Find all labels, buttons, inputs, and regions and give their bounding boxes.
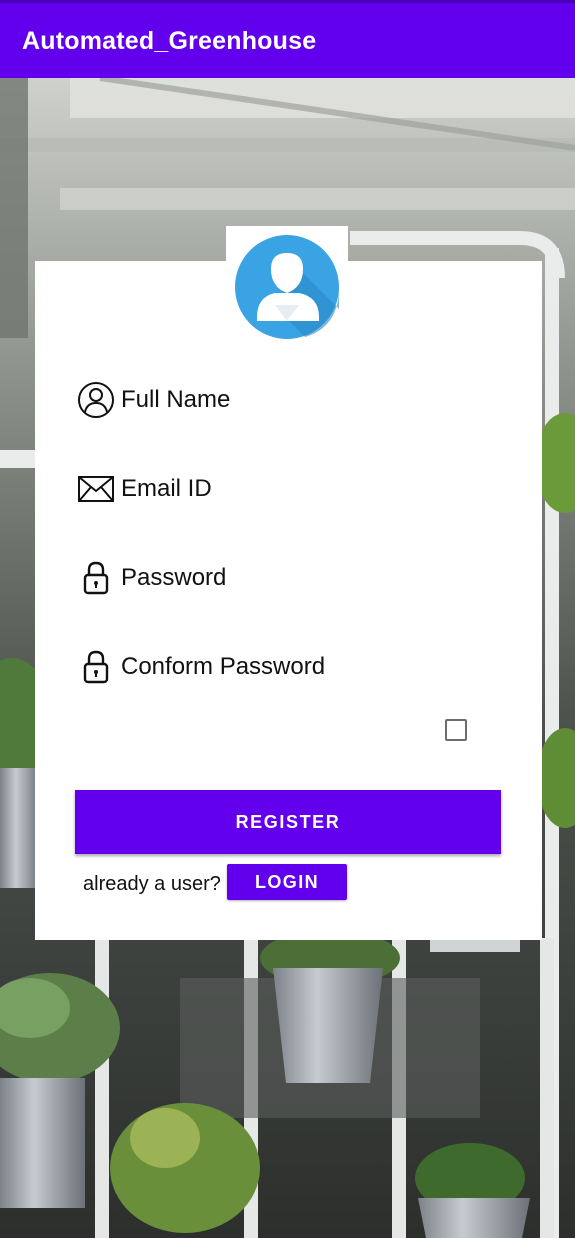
person-circle-icon (77, 381, 115, 419)
already-user-text: already a user? (83, 873, 221, 895)
login-button[interactable]: LOGIN (227, 864, 347, 900)
password-input[interactable] (121, 561, 481, 595)
register-button[interactable]: REGISTER (75, 790, 501, 854)
envelope-icon (77, 470, 115, 508)
confirm-password-row (77, 647, 497, 687)
confirm-password-input[interactable] (121, 650, 481, 684)
show-password-checkbox[interactable] (445, 719, 467, 741)
email-row (77, 469, 497, 509)
password-row (77, 558, 497, 598)
full-name-input[interactable] (121, 383, 481, 417)
lock-icon (77, 648, 115, 686)
user-avatar-icon (235, 235, 339, 339)
email-input[interactable] (121, 472, 481, 506)
app-title: Automated_Greenhouse (22, 27, 317, 55)
full-name-row (77, 380, 497, 420)
lock-icon (77, 559, 115, 597)
app-bar: Automated_Greenhouse (0, 0, 575, 78)
